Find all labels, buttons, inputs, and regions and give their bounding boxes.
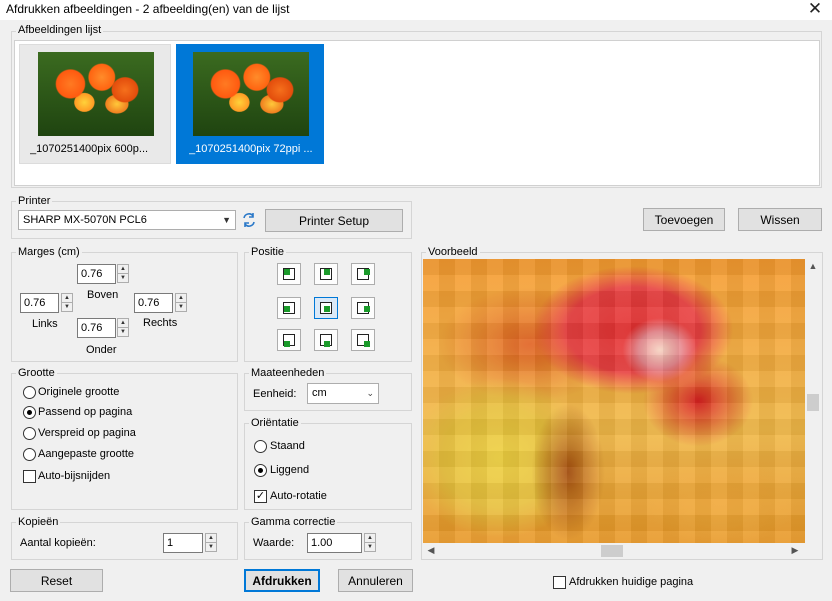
preview-horizontal-scrollbar[interactable]: ◀ ▶ — [423, 543, 805, 559]
position-middle-left-button[interactable] — [277, 297, 301, 319]
size-fit-page-radio[interactable] — [23, 406, 36, 419]
printer-setup-button[interactable]: Printer Setup — [265, 209, 403, 232]
align-center-icon — [320, 302, 332, 314]
preview-label: Voorbeeld — [426, 246, 480, 258]
orientation-landscape-label[interactable]: Liggend — [270, 464, 309, 477]
size-custom-label[interactable]: Aangepaste grootte — [38, 448, 134, 461]
gamma-label: Gamma correctie — [249, 516, 338, 528]
gamma-stepper[interactable]: ▲ ▼ — [364, 533, 376, 552]
scroll-thumb[interactable] — [601, 545, 623, 557]
gamma-input[interactable]: 1.00 — [307, 533, 362, 553]
margin-bottom-input[interactable]: 0.76 — [77, 318, 116, 338]
position-bottom-right-button[interactable] — [351, 329, 375, 351]
margins-label: Marges (cm) — [16, 246, 82, 258]
auto-rotate-label[interactable]: Auto-rotatie — [270, 490, 327, 503]
cancel-button[interactable]: Annuleren — [338, 569, 413, 592]
copies-stepper[interactable]: ▲ ▼ — [205, 533, 217, 552]
size-label: Grootte — [16, 367, 57, 379]
image-thumbnail — [38, 52, 154, 136]
size-spread-radio[interactable] — [23, 427, 36, 440]
auto-rotate-checkbox[interactable]: ✓ — [254, 490, 267, 503]
printer-select-value: SHARP MX-5070N PCL6 — [23, 214, 147, 226]
align-bottom-left-icon — [283, 334, 295, 347]
image-thumbnail — [193, 52, 309, 136]
print-button[interactable]: Afdrukken — [244, 569, 320, 592]
size-spread-label[interactable]: Verspreid op pagina — [38, 427, 136, 440]
scroll-right-icon[interactable]: ▶ — [789, 545, 801, 556]
orientation-portrait-label[interactable]: Staand — [270, 440, 305, 453]
margin-left-input[interactable]: 0.76 — [20, 293, 59, 313]
margin-top-label: Boven — [87, 289, 119, 301]
image-thumbnail-label: _1070251400pix 600p... — [30, 143, 149, 155]
add-button[interactable]: Toevoegen — [643, 208, 725, 231]
align-top-center-icon — [320, 268, 332, 280]
align-top-right-icon — [357, 268, 370, 280]
units-select[interactable]: cm ⌄ — [307, 383, 379, 404]
close-icon[interactable]: ✕ — [798, 0, 832, 20]
units-field-label: Eenheid: — [253, 388, 297, 400]
align-top-left-icon — [283, 268, 295, 280]
align-bottom-center-icon — [320, 334, 332, 347]
copies-field-label: Aantal kopieën: — [20, 537, 96, 549]
margin-top-input[interactable]: 0.76 — [77, 264, 116, 284]
chevron-down-icon: ⌄ — [366, 388, 374, 398]
margin-right-input[interactable]: 0.76 — [134, 293, 173, 313]
image-list[interactable]: _1070251400pix 600p... _1070251400pix 72… — [14, 40, 820, 186]
position-top-center-button[interactable] — [314, 263, 338, 285]
image-thumbnail-label: _1070251400pix 72ppi ... — [189, 143, 313, 155]
size-original-radio[interactable] — [23, 386, 36, 399]
position-top-left-button[interactable] — [277, 263, 301, 285]
printer-select[interactable]: SHARP MX-5070N PCL6 ▼ — [18, 210, 236, 230]
print-current-page-checkbox[interactable] — [553, 576, 566, 589]
image-list-label: Afbeeldingen lijst — [16, 24, 104, 36]
size-fit-page-label[interactable]: Passend op pagina — [38, 406, 132, 419]
auto-crop-checkbox[interactable] — [23, 470, 36, 483]
margin-top-stepper[interactable]: ▲ ▼ — [117, 264, 129, 283]
copies-input[interactable]: 1 — [163, 533, 203, 553]
align-bottom-right-icon — [357, 334, 370, 347]
margin-bottom-stepper[interactable]: ▲ ▼ — [117, 318, 129, 337]
preview-image — [423, 259, 805, 543]
position-bottom-left-button[interactable] — [277, 329, 301, 351]
gamma-field-label: Waarde: — [253, 537, 295, 549]
print-current-page-label[interactable]: Afdrukken huidige pagina — [569, 576, 693, 589]
orientation-landscape-radio[interactable] — [254, 464, 267, 477]
chevron-down-icon: ▼ — [222, 215, 231, 225]
window-title: Afdrukken afbeeldingen - 2 afbeelding(en… — [6, 2, 290, 16]
size-original-label[interactable]: Originele grootte — [38, 386, 119, 399]
align-middle-left-icon — [283, 302, 295, 314]
orientation-label: Oriëntatie — [249, 417, 301, 429]
refresh-icon[interactable] — [241, 212, 257, 228]
scroll-thumb[interactable] — [807, 394, 819, 411]
copies-label: Kopieën — [16, 516, 61, 528]
size-custom-radio[interactable] — [23, 448, 36, 461]
units-select-value: cm — [312, 387, 327, 399]
units-label: Maateenheden — [249, 367, 327, 379]
clear-button[interactable]: Wissen — [738, 208, 822, 231]
position-bottom-center-button[interactable] — [314, 329, 338, 351]
title-bar: Afdrukken afbeeldingen - 2 afbeelding(en… — [0, 0, 832, 20]
margin-left-stepper[interactable]: ▲ ▼ — [61, 293, 73, 312]
scroll-left-icon[interactable]: ◀ — [425, 545, 437, 556]
position-center-button[interactable] — [314, 297, 338, 319]
margin-left-label: Links — [32, 318, 58, 330]
margin-bottom-label: Onder — [86, 344, 117, 356]
margin-right-label: Rechts — [143, 317, 178, 329]
position-top-right-button[interactable] — [351, 263, 375, 285]
margin-right-stepper[interactable]: ▲ ▼ — [175, 293, 187, 312]
align-middle-right-icon — [357, 302, 370, 314]
scroll-up-icon[interactable]: ▲ — [805, 261, 821, 271]
printer-label: Printer — [16, 195, 53, 207]
image-thumbnail-item-selected[interactable]: _1070251400pix 72ppi ... — [176, 44, 324, 164]
image-thumbnail-item[interactable]: _1070251400pix 600p... — [19, 44, 171, 164]
position-middle-right-button[interactable] — [351, 297, 375, 319]
preview-vertical-scrollbar[interactable]: ▲ — [805, 259, 821, 543]
position-label: Positie — [249, 246, 287, 258]
orientation-portrait-radio[interactable] — [254, 440, 267, 453]
auto-crop-label[interactable]: Auto-bijsnijden — [38, 470, 110, 483]
reset-button[interactable]: Reset — [10, 569, 103, 592]
